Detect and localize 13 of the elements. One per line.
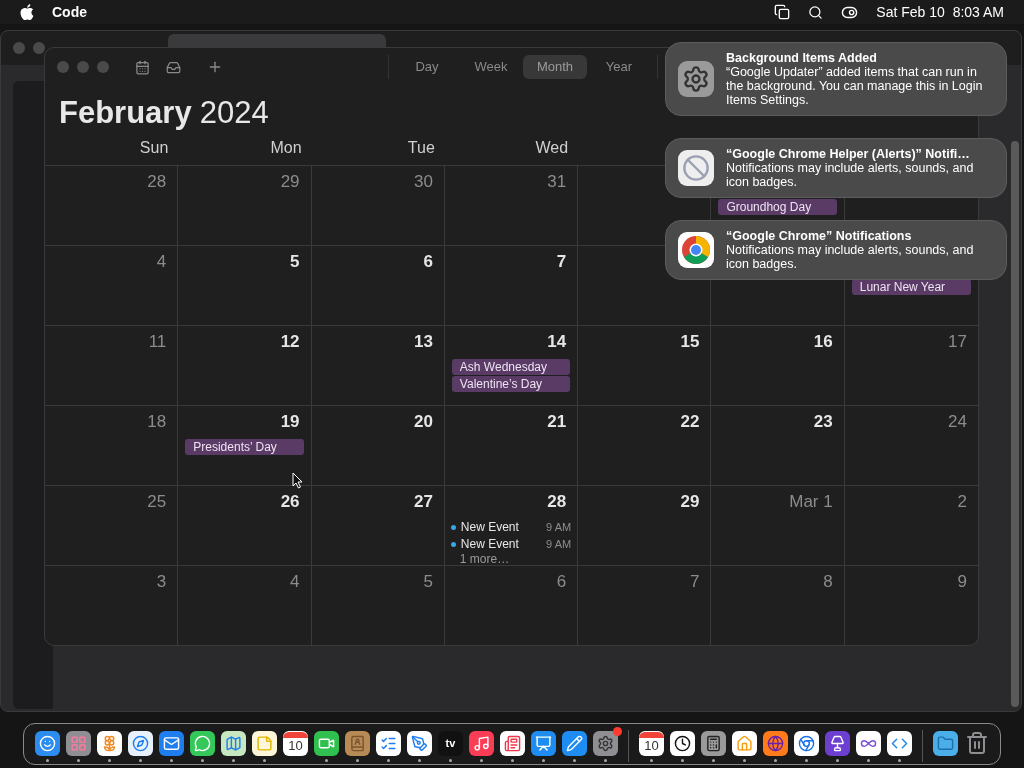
weekday-label: Tue bbox=[407, 138, 435, 158]
notification-body: Notifications may include alerts, sounds, and icon badges. bbox=[726, 161, 975, 189]
event-time: 9 AM bbox=[546, 519, 572, 535]
weekday-label: Mon bbox=[270, 138, 302, 158]
month-title: February bbox=[59, 94, 192, 132]
notification-title: Background Items Added bbox=[726, 51, 878, 65]
event-time: 9 AM bbox=[546, 536, 572, 552]
weekday-label: Sun bbox=[139, 138, 169, 158]
notification-title: “Google Chrome” Notifications bbox=[726, 229, 913, 243]
notification-body: “Google Updater” added items that can run in the background. You can manage this in Login Items Settings. bbox=[726, 65, 984, 107]
notification-title: “Google Chrome Helper (Alerts)” Notifi… bbox=[726, 147, 971, 161]
weekday-label: Wed bbox=[535, 138, 569, 158]
year-title: 2024 bbox=[199, 94, 269, 132]
